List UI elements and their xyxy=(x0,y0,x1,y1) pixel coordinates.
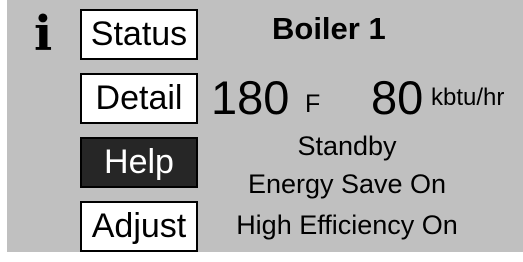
load-value: 80 xyxy=(371,71,424,124)
status-text-high-efficiency: High Efficiency On xyxy=(236,210,458,240)
info-icon[interactable]: i xyxy=(34,8,52,60)
help-button[interactable]: Help xyxy=(80,137,198,188)
temperature-unit: F xyxy=(305,90,321,118)
adjust-button[interactable]: Adjust xyxy=(80,201,198,252)
status-text-energy-save: Energy Save On xyxy=(247,169,447,199)
temperature-value: 180 xyxy=(211,71,290,124)
status-text-standby: Standby xyxy=(297,131,397,161)
status-button[interactable]: Status xyxy=(80,9,198,60)
load-unit: kbtu/hr xyxy=(431,84,505,111)
boiler-status-panel: i Status Detail Help Adjust Boiler 1 180… xyxy=(7,0,523,252)
boiler-title: Boiler 1 xyxy=(272,11,386,46)
detail-button[interactable]: Detail xyxy=(80,73,198,124)
